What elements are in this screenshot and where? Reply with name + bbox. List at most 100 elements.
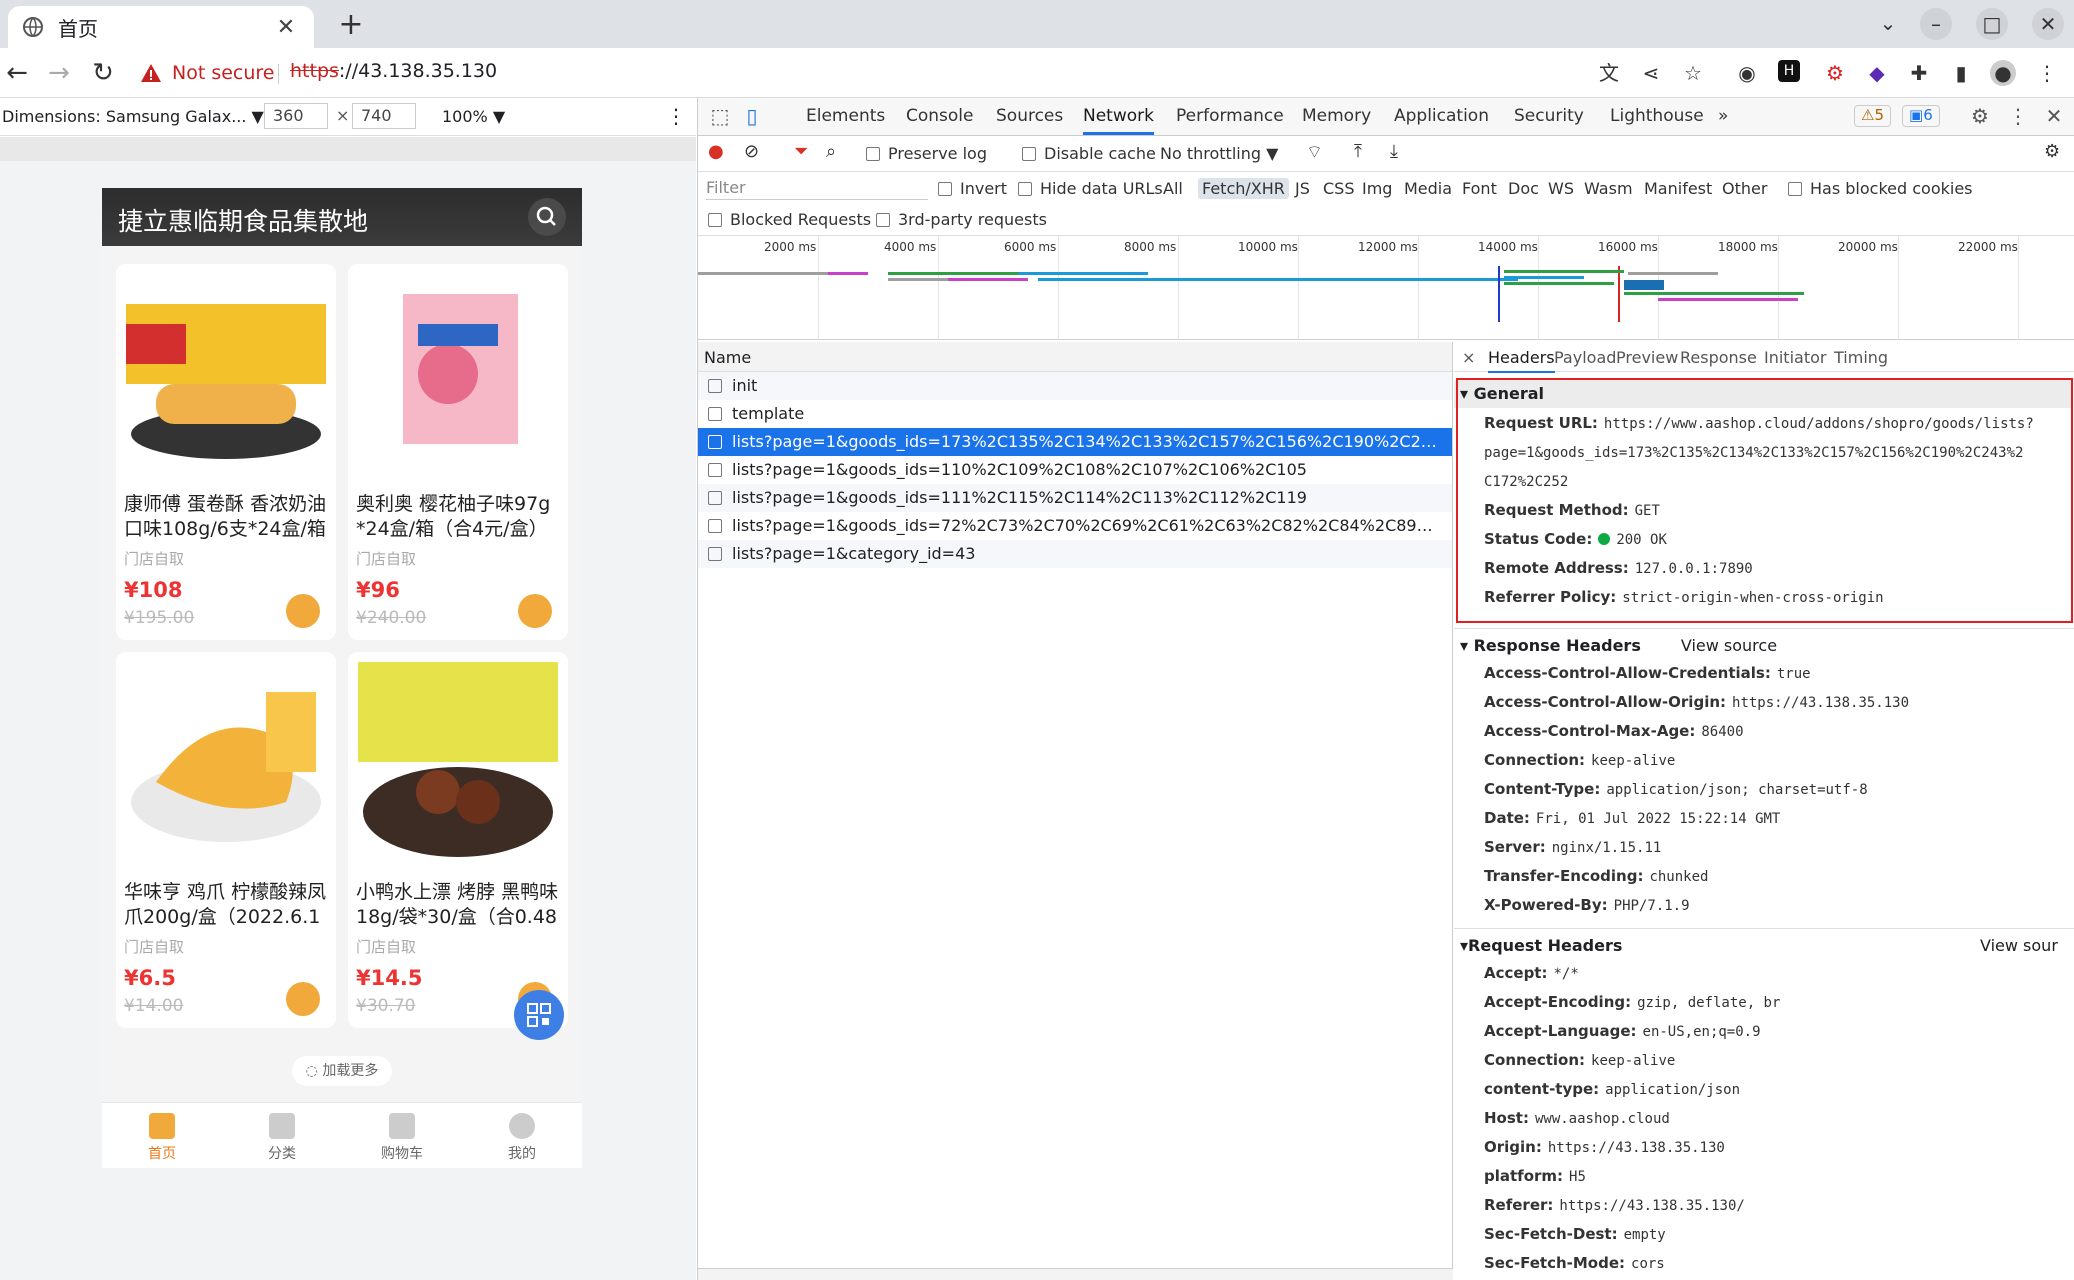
tab-close-icon[interactable]: ✕ — [272, 15, 300, 40]
filter-funnel-icon[interactable]: ⏷ — [794, 141, 808, 162]
tab-response[interactable]: Response — [1680, 348, 1757, 367]
third-party-checkbox[interactable]: 3rd-party requests — [876, 210, 1047, 229]
warnings-badge[interactable]: ⚠5 — [1854, 105, 1891, 127]
export-har-icon[interactable]: ⤓ — [1390, 141, 1398, 162]
filter-type-font[interactable]: Font — [1462, 179, 1497, 198]
add-to-cart-icon[interactable] — [286, 594, 320, 628]
filter-type-doc[interactable]: Doc — [1508, 179, 1539, 198]
request-row[interactable]: init — [698, 372, 1452, 400]
extension-red-icon[interactable]: ⚙ — [1822, 60, 1848, 86]
tab-sources[interactable]: Sources — [996, 106, 1063, 126]
translate-icon[interactable]: 文 — [1596, 60, 1622, 86]
reload-icon[interactable]: ↻ — [86, 56, 120, 90]
request-row-selected[interactable]: lists?page=1&goods_ids=173%2C135%2C134%2… — [698, 428, 1452, 456]
tab-network[interactable]: Network — [1083, 106, 1154, 135]
add-to-cart-icon[interactable] — [286, 982, 320, 1016]
filter-type-ws[interactable]: WS — [1548, 179, 1574, 198]
tab-initiator[interactable]: Initiator — [1764, 348, 1826, 367]
clear-icon[interactable]: ⊘ — [744, 141, 759, 162]
tab-security[interactable]: Security — [1514, 106, 1584, 126]
filter-input[interactable]: Filter — [706, 178, 928, 200]
extension-h-icon[interactable]: H — [1778, 60, 1800, 82]
tab-preview[interactable]: Preview — [1616, 348, 1678, 367]
close-window-button[interactable]: ✕ — [2032, 8, 2064, 40]
view-source-link[interactable]: View source — [1681, 636, 1777, 655]
preserve-log-checkbox[interactable]: Preserve log — [866, 144, 987, 163]
request-row[interactable]: template — [698, 400, 1452, 428]
device-dimensions-select[interactable]: Dimensions: Samsung Galax... ▼ — [2, 107, 264, 126]
extension-eye-icon[interactable]: ◉ — [1734, 60, 1760, 86]
tab-search-chevron-icon[interactable]: ⌄ — [1870, 8, 1906, 38]
response-headers-section-header[interactable]: ▾ Response Headers View source — [1454, 632, 2071, 660]
request-row[interactable]: lists?page=1&category_id=43 — [698, 540, 1452, 568]
request-row[interactable]: lists?page=1&goods_ids=111%2C115%2C114%2… — [698, 484, 1452, 512]
more-tabs-button[interactable]: » — [1718, 106, 1728, 126]
share-icon[interactable]: ⋖ — [1638, 60, 1664, 86]
product-card[interactable]: 康师傅 蛋卷酥 香浓奶油口味108g/6支*24盒/箱（... 门店自取 ¥10… — [116, 264, 336, 640]
tab-timing[interactable]: Timing — [1834, 348, 1888, 367]
tab-performance[interactable]: Performance — [1176, 106, 1284, 126]
product-card[interactable]: 小鸭水上漂 烤脖 黑鸭味18g/袋*30/盒（合0.48元/... 门店自取 ¥… — [348, 652, 568, 1028]
close-detail-icon[interactable]: × — [1462, 348, 1475, 367]
product-card[interactable]: 华味亨 鸡爪 柠檬酸辣凤爪200g/盒（2022.6.1保质... 门店自取 ¥… — [116, 652, 336, 1028]
invert-checkbox[interactable]: Invert — [938, 179, 1007, 198]
tab-payload[interactable]: Payload — [1554, 348, 1616, 367]
hide-data-urls-checkbox[interactable]: Hide data URLs — [1018, 179, 1163, 198]
security-indicator[interactable]: Not secure — [140, 57, 275, 89]
device-more-icon[interactable]: ⋮ — [666, 104, 686, 128]
side-panel-icon[interactable]: ▮ — [1948, 60, 1974, 86]
browser-tab[interactable]: 首页 ✕ — [8, 6, 314, 48]
disable-cache-checkbox[interactable]: Disable cache — [1022, 144, 1156, 163]
tab-memory[interactable]: Memory — [1302, 106, 1371, 126]
minimize-button[interactable]: – — [1920, 8, 1952, 40]
has-blocked-cookies-checkbox[interactable]: Has blocked cookies — [1788, 179, 1973, 198]
import-har-icon[interactable]: ⤒ — [1354, 141, 1362, 162]
product-card[interactable]: 奥利奥 樱花柚子味97g *24盒/箱（合4元/盒）（20... 门店自取 ¥9… — [348, 264, 568, 640]
qr-code-icon[interactable] — [514, 990, 564, 1040]
tab-console[interactable]: Console — [906, 106, 974, 126]
profile-avatar-icon[interactable]: ● — [1990, 60, 2016, 86]
filter-type-js[interactable]: JS — [1295, 179, 1310, 198]
load-more-button[interactable]: ◌ 加载更多 — [292, 1056, 392, 1086]
request-row[interactable]: lists?page=1&goods_ids=72%2C73%2C70%2C69… — [698, 512, 1452, 540]
extensions-puzzle-icon[interactable]: ✚ — [1906, 60, 1932, 86]
tab-application[interactable]: Application — [1394, 106, 1489, 126]
device-toggle-icon[interactable]: ▯ — [740, 104, 764, 128]
device-width-input[interactable]: 360 — [264, 103, 328, 129]
extension-purple-icon[interactable]: ◆ — [1864, 60, 1890, 86]
messages-badge[interactable]: ▣6 — [1902, 105, 1940, 127]
blocked-requests-checkbox[interactable]: Blocked Requests — [708, 210, 871, 229]
record-icon[interactable]: ● — [708, 141, 724, 162]
search-icon[interactable] — [528, 198, 566, 236]
request-headers-section-header[interactable]: ▾Request Headers View sour — [1454, 932, 2071, 960]
network-overview-timeline[interactable]: 2000 ms 4000 ms 6000 ms 8000 ms 10000 ms… — [698, 236, 2074, 340]
new-tab-button[interactable]: + — [334, 8, 368, 42]
back-arrow-icon[interactable]: ← — [0, 56, 34, 90]
request-row[interactable]: lists?page=1&goods_ids=110%2C109%2C108%2… — [698, 456, 1452, 484]
filter-type-wasm[interactable]: Wasm — [1584, 179, 1633, 198]
search-icon[interactable]: ⌕ — [826, 141, 836, 162]
tab-elements[interactable]: Elements — [806, 106, 885, 126]
devtools-menu-icon[interactable]: ⋮ — [2006, 104, 2030, 128]
device-height-input[interactable]: 740 — [352, 103, 416, 129]
tab-headers[interactable]: Headers — [1488, 348, 1555, 373]
maximize-button[interactable]: □ — [1976, 8, 2008, 40]
filter-type-all[interactable]: All — [1163, 179, 1183, 198]
filter-type-media[interactable]: Media — [1404, 179, 1452, 198]
tab-lighthouse[interactable]: Lighthouse — [1610, 106, 1704, 126]
wifi-settings-icon[interactable]: ⌔ — [1306, 141, 1323, 164]
browser-menu-icon[interactable]: ⋮ — [2034, 60, 2060, 86]
nav-item-category[interactable]: 分类 — [222, 1103, 342, 1168]
settings-gear-icon[interactable]: ⚙ — [1968, 104, 1992, 128]
filter-type-css[interactable]: CSS — [1323, 179, 1354, 198]
close-devtools-icon[interactable]: ✕ — [2042, 104, 2066, 128]
filter-type-other[interactable]: Other — [1722, 179, 1767, 198]
zoom-select[interactable]: 100% ▼ — [442, 107, 505, 126]
add-to-cart-icon[interactable] — [518, 594, 552, 628]
filter-type-fetch-xhr[interactable]: Fetch/XHR — [1198, 178, 1289, 199]
url-field[interactable]: https://43.138.35.130 — [290, 60, 497, 82]
forward-arrow-icon[interactable]: → — [42, 56, 76, 90]
bookmark-star-icon[interactable]: ☆ — [1680, 60, 1706, 86]
network-settings-icon[interactable]: ⚙ — [2044, 141, 2060, 162]
nav-item-home[interactable]: 首页 — [102, 1103, 222, 1168]
